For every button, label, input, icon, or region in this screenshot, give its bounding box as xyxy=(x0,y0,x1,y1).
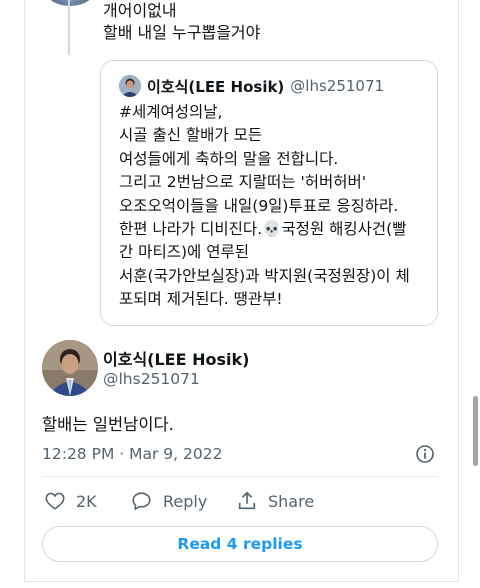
share-button[interactable]: Share xyxy=(236,490,314,512)
share-label: Share xyxy=(268,491,315,511)
divider xyxy=(42,476,438,477)
author-name[interactable]: 이호식(LEE Hosik) xyxy=(103,346,249,370)
quoted-tweet-text: #세계여성의날, 시골 출신 할배가 모든 여성들에게 축하의 말을 전합니다.… xyxy=(119,103,410,309)
reply-label: Reply xyxy=(163,491,208,511)
card-right-border xyxy=(458,0,459,582)
quoted-tweet-header: 이호식(LEE Hosik) @lhs251071 xyxy=(119,75,384,97)
share-icon xyxy=(238,491,256,510)
quoted-author-handle: @lhs251071 xyxy=(290,77,385,95)
tweet-timestamp[interactable]: 12:28 PM · Mar 9, 2022 xyxy=(42,445,222,463)
author-avatar[interactable] xyxy=(42,340,98,396)
author-handle: @lhs251071 xyxy=(103,370,200,388)
heart-icon xyxy=(45,492,65,510)
card-bottom-border xyxy=(24,581,459,582)
like-count: 2K xyxy=(76,491,97,511)
thread-connector-line xyxy=(68,0,70,55)
card-left-border xyxy=(24,0,25,582)
quoted-tweet-card[interactable]: 이호식(LEE Hosik) @lhs251071 #세계여성의날, 시골 출신… xyxy=(100,60,438,326)
quoted-author-name[interactable]: 이호식(LEE Hosik) xyxy=(147,76,284,97)
previous-avatar[interactable] xyxy=(44,0,96,6)
tweet-text: 할배는 일번남이다. xyxy=(42,415,174,434)
reply-button[interactable]: Reply xyxy=(130,490,207,512)
reply-bubble-icon xyxy=(132,492,151,511)
info-icon[interactable] xyxy=(415,444,435,464)
quoted-avatar xyxy=(119,75,141,97)
reply-tweet-text: 개어이없내 할배 내일 누구뽑을거야 xyxy=(103,1,261,42)
read-replies-button[interactable]: Read 4 replies xyxy=(42,526,438,562)
scrollbar-thumb[interactable] xyxy=(473,396,478,466)
like-button[interactable]: 2K xyxy=(44,490,97,512)
